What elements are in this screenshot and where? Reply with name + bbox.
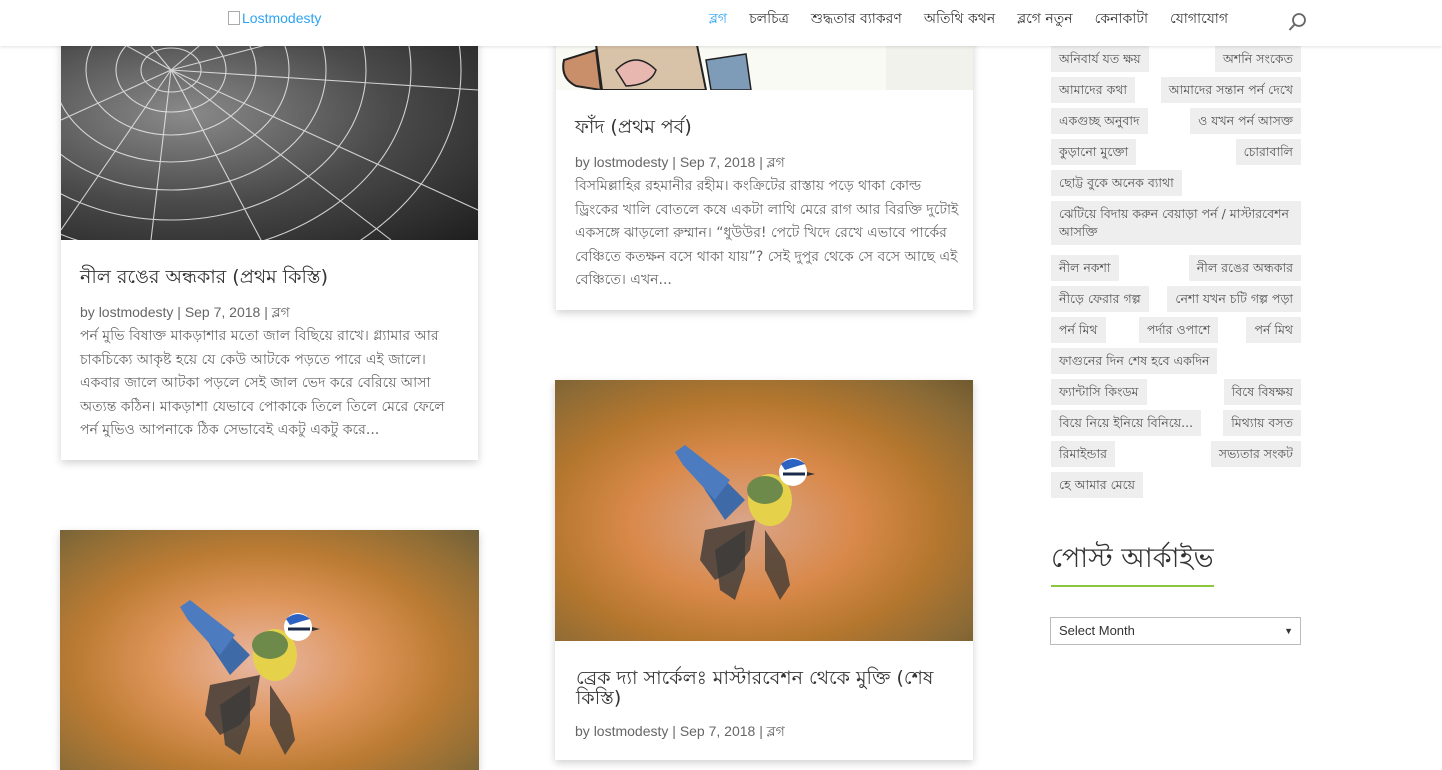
- meta-separator: |: [672, 154, 676, 170]
- tag-link[interactable]: অশনি সংকেত: [1214, 46, 1301, 72]
- site-logo[interactable]: Lostmodesty: [228, 10, 321, 26]
- post-thumbnail[interactable]: [61, 30, 478, 240]
- tag-link[interactable]: আমাদের কথা: [1051, 77, 1136, 103]
- post-thumbnail[interactable]: [555, 380, 973, 641]
- nav-item-new[interactable]: ব্লগে নতুন: [1006, 8, 1083, 30]
- tag-link[interactable]: ও যখন পর্ন আসক্ত: [1190, 108, 1301, 134]
- tag-link[interactable]: ফ্যান্টাসি কিংডম: [1051, 379, 1147, 405]
- spider-web-image: [61, 30, 478, 240]
- meta-by: by: [80, 304, 95, 320]
- tag-link[interactable]: বিয়ে নিয়ে ইনিয়ে বিনিয়ে...: [1051, 410, 1202, 436]
- tag-link[interactable]: পর্ন মিথ: [1246, 317, 1301, 343]
- tag-link[interactable]: পর্ন মিথ: [1051, 317, 1106, 343]
- nav-item-guest[interactable]: অতিথি কথন: [913, 8, 1006, 30]
- blue-tit-bird-image: [675, 445, 815, 600]
- blue-tit-bird-image: [180, 600, 320, 755]
- meta-separator: |: [177, 304, 181, 320]
- logo-alt-text: Lostmodesty: [242, 10, 322, 26]
- meta-separator: |: [759, 723, 763, 739]
- tag-link[interactable]: অনিবার্য যত ক্ষয়: [1051, 46, 1149, 72]
- tag-link[interactable]: ফাগুনের দিন শেষ হবে একদিন: [1051, 348, 1218, 374]
- meta-separator: |: [759, 154, 763, 170]
- main-nav: ব্লগ চলচিত্র শুদ্ধতার ব্যাকরণ অতিথি কথন …: [698, 8, 1239, 30]
- post-card: [60, 530, 479, 770]
- nav-item-blog[interactable]: ব্লগ: [698, 8, 738, 30]
- archive-month-select[interactable]: Select Month ▼: [1050, 617, 1301, 645]
- post-meta: by lostmodesty | Sep 7, 2018 | ব্লগ: [575, 151, 785, 175]
- archive-select-value: Select Month: [1059, 623, 1135, 638]
- post-date: Sep 7, 2018: [679, 723, 756, 739]
- tag-link[interactable]: কুড়ানো মুক্তো: [1051, 139, 1137, 165]
- post-title[interactable]: ব্রেক দ্যা সার্কেলঃ মাস্টারবেশন থেকে মুক…: [576, 668, 946, 708]
- nav-item-film[interactable]: চলচিত্র: [738, 8, 800, 30]
- tag-link[interactable]: নীড়ে ফেরার গল্প: [1051, 286, 1149, 312]
- tag-link[interactable]: ঝেটিয়ে বিদায় করুন বেয়াড়া পর্ন / মাস্…: [1051, 201, 1301, 245]
- tag-link[interactable]: ছোট্ট বুকে অনেক ব্যাথা: [1051, 170, 1182, 196]
- tag-link[interactable]: সভ্যতার সংকট: [1210, 441, 1301, 467]
- post-card: নীল রঙের অন্ধকার (প্রথম কিস্তি) by lostm…: [61, 30, 478, 460]
- meta-by: by: [575, 723, 590, 739]
- post-title[interactable]: ফাঁদ (প্রথম পর্ব): [575, 116, 955, 138]
- broken-image-icon: [228, 11, 240, 25]
- tag-link[interactable]: রিমাইন্ডার: [1051, 441, 1116, 467]
- post-category[interactable]: ব্লগ: [767, 154, 785, 170]
- meta-by: by: [575, 154, 590, 170]
- tag-link[interactable]: পর্দার ওপাশে: [1139, 317, 1219, 343]
- tag-link[interactable]: মিথ্যায় বসত: [1223, 410, 1301, 436]
- post-excerpt: পর্ন মুভি বিষাক্ত মাকড়াশার মতো জাল বিছি…: [80, 328, 445, 438]
- post-card: ব্রেক দ্যা সার্কেলঃ মাস্টারবেশন থেকে মুক…: [555, 380, 973, 760]
- post-author[interactable]: lostmodesty: [594, 723, 669, 739]
- post-meta: by lostmodesty | Sep 7, 2018 | ব্লগ: [575, 720, 785, 744]
- chevron-down-icon: ▼: [1284, 626, 1293, 636]
- tag-link[interactable]: নীল নকশা: [1051, 255, 1119, 281]
- meta-separator: |: [264, 304, 268, 320]
- post-title[interactable]: নীল রঙের অন্ধকার (প্রথম কিস্তি): [80, 266, 460, 288]
- post-date: Sep 7, 2018: [679, 154, 756, 170]
- nav-item-grammar[interactable]: শুদ্ধতার ব্যাকরণ: [800, 8, 913, 30]
- search-icon[interactable]: [1287, 11, 1309, 33]
- post-date: Sep 7, 2018: [184, 304, 261, 320]
- tag-link[interactable]: নেশা যখন চটি গল্প পড়া: [1167, 286, 1301, 312]
- tag-link[interactable]: হে আমার মেয়ে: [1051, 472, 1144, 498]
- site-header: Lostmodesty ব্লগ চলচিত্র শুদ্ধতার ব্যাকর…: [0, 0, 1442, 46]
- post-excerpt: বিসমিল্লাহির রহমানীর রহীম। কংক্রিটের রাস…: [575, 178, 959, 288]
- post-category[interactable]: ব্লগ: [272, 304, 290, 320]
- archive-widget-title: পোস্ট আর্কাইভ: [1051, 541, 1214, 587]
- tag-link[interactable]: বিষে বিষক্ষয়: [1223, 379, 1301, 405]
- tag-link[interactable]: নীল রঙের অন্ধকার: [1188, 255, 1301, 281]
- nav-item-shop[interactable]: কেনাকাটা: [1084, 8, 1159, 30]
- post-author[interactable]: lostmodesty: [594, 154, 669, 170]
- post-thumbnail[interactable]: [60, 530, 479, 770]
- nav-item-contact[interactable]: যোগাযোগ: [1159, 8, 1239, 30]
- tag-link[interactable]: চোরাবালি: [1235, 139, 1301, 165]
- post-author[interactable]: lostmodesty: [99, 304, 174, 320]
- tag-link[interactable]: আমাদের সন্তান পর্ন দেখে: [1160, 77, 1301, 103]
- post-meta: by lostmodesty | Sep 7, 2018 | ব্লগ: [80, 301, 290, 325]
- tag-link[interactable]: একগুচ্ছ অনুবাদ: [1051, 108, 1148, 134]
- post-card: ফাঁদ (প্রথম পর্ব) by lostmodesty | Sep 7…: [556, 30, 973, 310]
- meta-separator: |: [672, 723, 676, 739]
- post-category[interactable]: ব্লগ: [767, 723, 785, 739]
